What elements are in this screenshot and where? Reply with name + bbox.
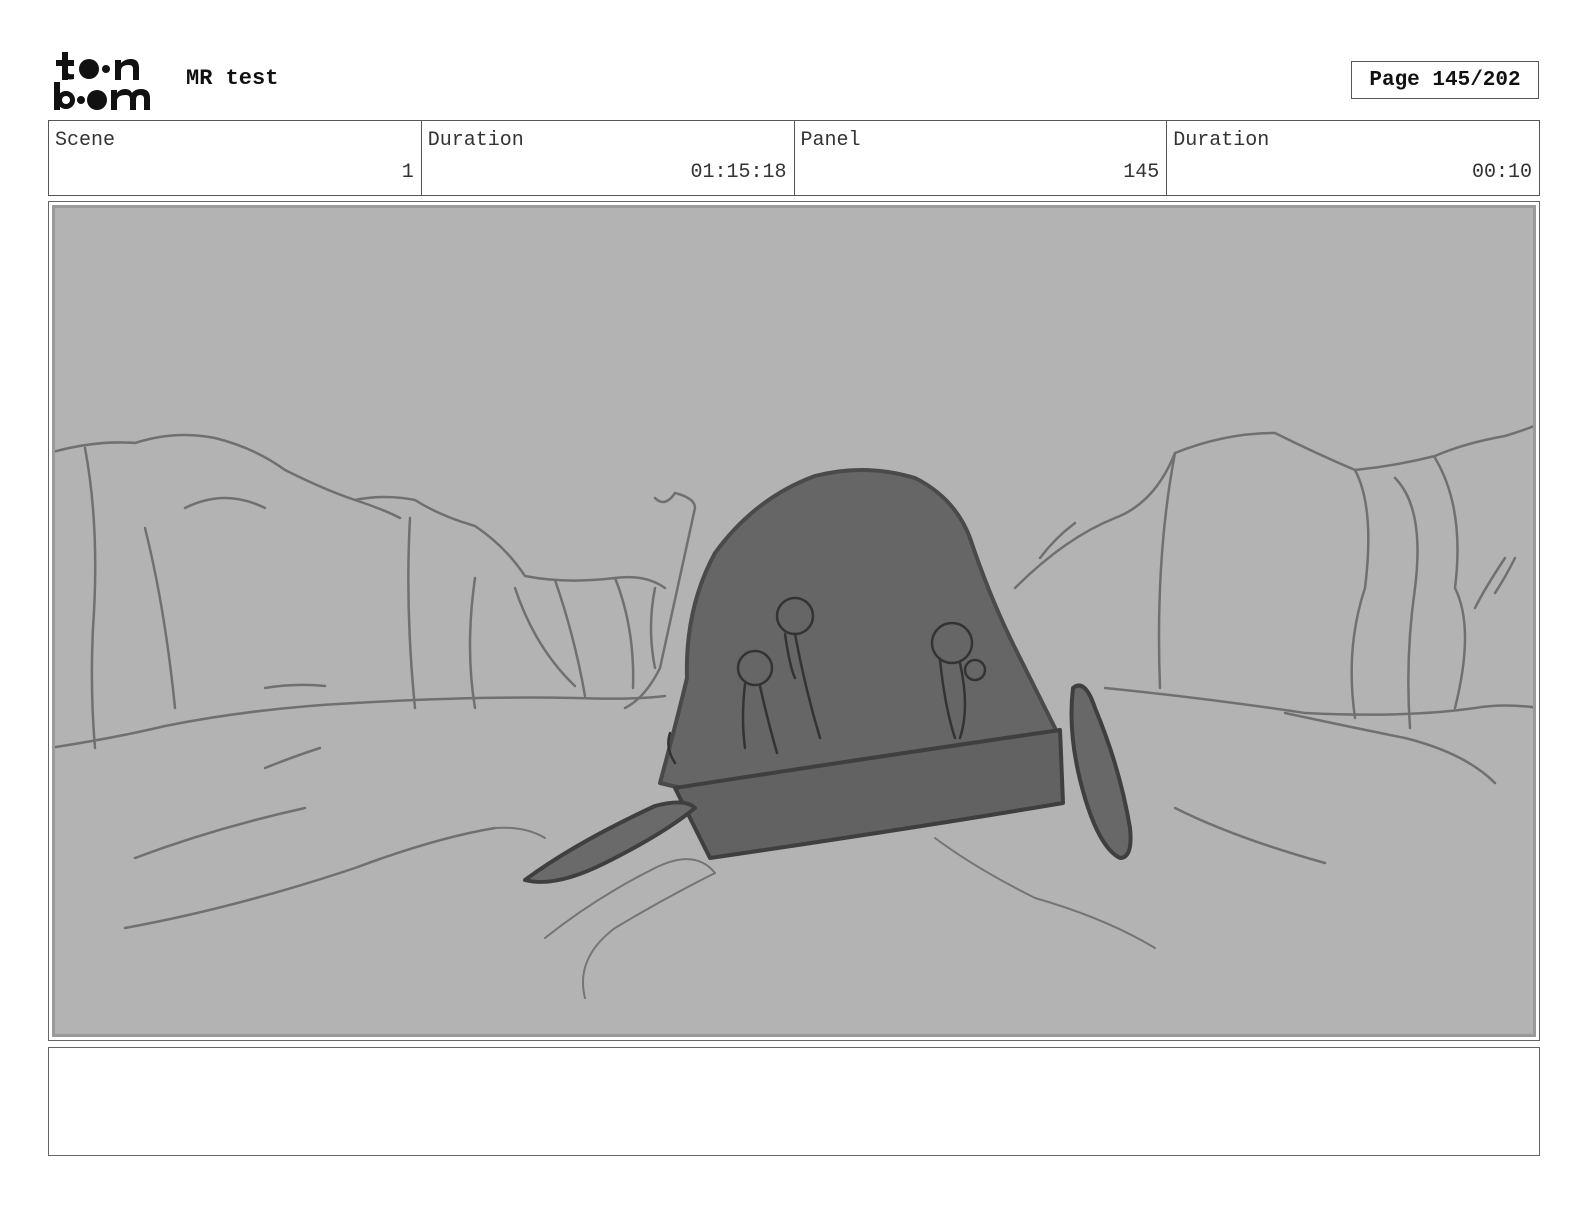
panel-cell: Panel 145 <box>793 121 1167 195</box>
vehicle-sketch <box>523 467 1133 884</box>
scene-duration-cell: Duration 01:15:18 <box>420 121 794 195</box>
project-title: MR test <box>186 66 279 91</box>
scene-cell: Scene 1 <box>49 121 421 195</box>
storyboard-panel-frame <box>48 201 1540 1041</box>
panel-info-bar: Scene 1 Duration 01:15:18 Panel 145 Dura… <box>48 120 1540 196</box>
panel-label: Panel <box>800 129 861 152</box>
panel-duration-label: Duration <box>1173 129 1270 152</box>
panel-value: 145 <box>1123 161 1160 184</box>
page-indicator: Page 145/202 <box>1351 61 1539 99</box>
panel-notes-area[interactable] <box>48 1047 1540 1156</box>
panel-duration-value: 00:10 <box>1471 161 1532 184</box>
storyboard-sketch <box>52 205 1536 1037</box>
scene-label: Scene <box>55 129 116 152</box>
scene-duration-label: Duration <box>427 129 524 152</box>
scene-duration-value: 01:15:18 <box>690 161 787 184</box>
scene-value: 1 <box>401 161 414 184</box>
panel-duration-cell: Duration 00:10 <box>1166 121 1539 195</box>
toon-boom-logo <box>52 50 164 112</box>
